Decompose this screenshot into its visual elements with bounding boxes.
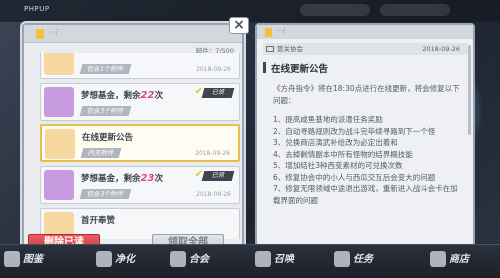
mail-thumbnail xyxy=(44,87,74,117)
nav-item-purify[interactable]: 净化 xyxy=(96,250,135,274)
close-button[interactable]: × xyxy=(229,17,249,34)
title-accent xyxy=(263,62,266,73)
detail-line: 1、提高咸鱼基地的派遣任务奖励 xyxy=(273,115,383,124)
mail-icon xyxy=(265,28,272,37)
mail-date: 2018-09-26 xyxy=(196,191,231,198)
envelope-icon xyxy=(266,46,274,52)
summon-icon xyxy=(255,251,271,267)
mail-title: 在线更新公告 xyxy=(82,133,134,143)
status-badge: 已领 xyxy=(201,88,235,98)
attachment-tag: 内无附件 xyxy=(80,148,122,158)
detail-date: 2018-09-26 xyxy=(422,45,460,53)
detail-header: ···/ xyxy=(257,25,473,39)
nav-item-illustrated[interactable]: 图鉴 xyxy=(4,250,43,274)
book-icon xyxy=(4,251,20,267)
guild-icon xyxy=(170,251,186,267)
detail-line: 5、增加结社3种西变素材的可兑换次数 xyxy=(273,161,403,170)
nav-item-quest[interactable]: 任务 xyxy=(334,250,373,274)
sender-row: 管关协会 2018-09-26 xyxy=(263,43,468,55)
mail-title: 梦想基金，剩余22次 xyxy=(81,90,163,101)
detail-body: 《方舟指令》将在18:30点进行在线更新，将会修复以下问题： 1、提高咸鱼基地的… xyxy=(273,83,461,206)
mail-icon xyxy=(36,29,44,39)
header-decoration: ···/ xyxy=(48,28,59,37)
detail-intro: 《方舟指令》将在18:30点进行在线更新，将会修复以下问题： xyxy=(273,84,460,105)
nav-item-guild[interactable]: 合会 xyxy=(170,250,209,274)
status-badge: 已领 xyxy=(201,171,235,181)
mail-title: 梦想基金，剩余23次 xyxy=(81,173,163,184)
app-title: PHPUP xyxy=(24,5,50,13)
mail-date: 2018-09-26 xyxy=(195,150,230,157)
list-item[interactable]: 包含1个附件 2018-09-26 xyxy=(40,53,240,79)
attachment-tag: 包含3个附件 xyxy=(79,189,131,199)
list-item[interactable]: 梦想基金，剩余23次 包含3个附件 ✔ 已领 2018-09-26 xyxy=(40,166,240,204)
detail-line: 4、去掉剿情副本中所有怪物的结界概技能 xyxy=(273,149,413,159)
sender-name: 管关协会 xyxy=(277,45,303,53)
scrollbar[interactable] xyxy=(468,45,471,135)
envelope-icon xyxy=(45,129,75,159)
top-bar: PHPUP xyxy=(0,0,500,22)
bottom-nav xyxy=(0,244,500,278)
mail-title: 首开奉赞 xyxy=(81,216,116,226)
quest-icon xyxy=(334,251,350,267)
mail-list-panel: ···/ 邮件：7/500 包含1个附件 2018-09-26 梦想基金，剩余2… xyxy=(22,23,244,257)
mail-thumbnail xyxy=(44,53,74,75)
mail-header: ···/ xyxy=(24,25,242,43)
mail-date: 2018-09-26 xyxy=(196,66,231,73)
currency-pill xyxy=(300,4,370,16)
header-decoration: ···/ xyxy=(275,26,286,35)
mail-thumbnail xyxy=(44,170,74,200)
detail-line: 2、自动寻路规则改为战斗完毕续寻路到下一个怪 xyxy=(273,126,436,136)
shop-icon xyxy=(430,251,446,267)
list-item[interactable]: 梦想基金，剩余22次 包含3个附件 ✔ 已领 xyxy=(40,83,240,121)
attachment-tag: 包含1个附件 xyxy=(79,64,131,74)
nav-item-summon[interactable]: 召唤 xyxy=(255,250,294,274)
detail-line: 7、修复无限领域中途退出游戏，重新进入战斗会卡在加载界面的问题 xyxy=(273,184,458,205)
currency-pill xyxy=(380,4,450,16)
attachment-tag: 包含3个附件 xyxy=(79,106,131,116)
nav-item-shop[interactable]: 商店 xyxy=(430,250,469,274)
list-item-selected[interactable]: 在线更新公告 内无附件 2018-09-26 xyxy=(40,124,240,162)
mail-list[interactable]: 包含1个附件 2018-09-26 梦想基金，剩余22次 包含3个附件 ✔ 已领… xyxy=(40,53,240,239)
detail-line: 3、兑换商店演武补给改为必定出着和 xyxy=(273,138,398,147)
mail-detail-panel: ···/ 管关协会 2018-09-26 在线更新公告 《方舟指令》将在18:3… xyxy=(255,23,475,257)
detail-title: 在线更新公告 xyxy=(271,64,329,75)
crystal-icon xyxy=(96,251,112,267)
detail-line: 6、修复协会中的小人与西瓜交互后会变大的问题 xyxy=(273,172,436,182)
